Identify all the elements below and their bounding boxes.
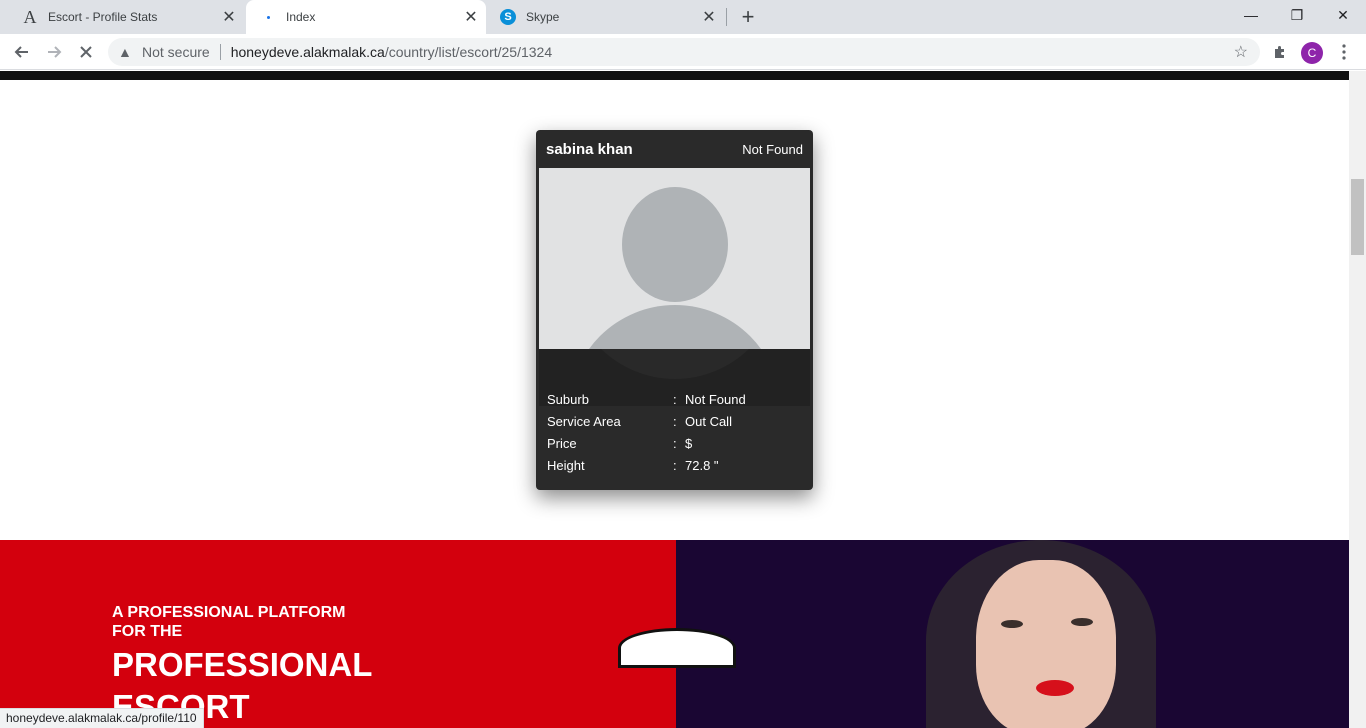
close-icon <box>80 46 92 58</box>
puzzle-icon <box>1275 46 1284 58</box>
eye-shape <box>1001 620 1023 628</box>
avatar-body-shape <box>569 305 781 349</box>
close-tab-icon[interactable]: ✕ <box>700 8 718 26</box>
face-shape <box>976 560 1116 728</box>
menu-button[interactable] <box>1330 38 1358 66</box>
detail-value: Not Found <box>685 391 746 407</box>
tab-title: Escort - Profile Stats <box>48 10 158 24</box>
detail-label: Service Area <box>547 413 621 429</box>
hero-subtitle-line1: A PROFESSIONAL PLATFORM <box>112 604 346 621</box>
hero-subtitle-line2: FOR THE <box>112 623 183 640</box>
detail-separator: : <box>673 435 677 451</box>
page-scrollbar[interactable] <box>1349 71 1366 728</box>
restore-button[interactable]: ❐ <box>1274 0 1320 30</box>
divider <box>219 44 221 60</box>
scrollbar-thumb[interactable] <box>1351 179 1364 255</box>
detail-label: Height <box>547 457 585 473</box>
detail-value: 72.8 " <box>685 457 719 473</box>
detail-separator: : <box>673 391 677 407</box>
hero-subtitle: A PROFESSIONAL PLATFORM FOR THE <box>112 603 412 641</box>
close-tab-icon[interactable]: ✕ <box>462 8 480 26</box>
header-strip <box>0 71 1349 80</box>
detail-row-service-area: Service Area : Out Call <box>547 410 807 432</box>
url-path[interactable]: /country/list/escort/25/1324 <box>385 44 552 60</box>
lips-shape <box>1036 680 1074 696</box>
kebab-menu-icon <box>1342 44 1346 60</box>
profile-details: Suburb : Not Found Service Area : Out Ca… <box>547 388 807 476</box>
warning-icon[interactable]: ▲ <box>118 44 134 60</box>
avatar-shoulder-shape <box>569 349 781 379</box>
letter-a-icon: A <box>23 6 37 27</box>
url-host[interactable]: honeydeve.alakmalak.ca <box>231 44 385 60</box>
bookmark-star-icon[interactable]: ☆ <box>1234 42 1248 62</box>
skype-icon: S <box>500 9 516 25</box>
stop-loading-button[interactable] <box>72 38 100 66</box>
tab-strip: A Escort - Profile Stats ✕ Index ✕ S Sky… <box>0 0 1366 34</box>
profile-avatar[interactable]: C <box>1301 42 1323 64</box>
profile-status: Not Found <box>742 141 803 157</box>
browser-toolbar: ▲ Not secure honeydeve.alakmalak.ca /cou… <box>0 34 1366 70</box>
eye-shape <box>1071 618 1093 626</box>
forward-button[interactable] <box>40 38 68 66</box>
hero-photo <box>676 540 1349 728</box>
tab-title: Index <box>286 10 316 24</box>
detail-value: Out Call <box>685 413 732 429</box>
arrow-left-icon <box>14 46 28 58</box>
new-tab-button[interactable]: + <box>736 4 760 29</box>
logo-emblem <box>618 628 736 668</box>
detail-label: Suburb <box>547 391 589 407</box>
tab-skype[interactable]: S Skype ✕ <box>486 0 724 34</box>
extensions-button[interactable] <box>1266 38 1294 66</box>
hero-headline-line1: PROFESSIONAL <box>112 646 373 683</box>
detail-label: Price <box>547 435 577 451</box>
tab-title: Skype <box>526 10 560 24</box>
profile-card[interactable]: sabina khan Not Found Suburb : Not Found… <box>536 130 813 490</box>
card-header: sabina khan Not Found <box>536 130 813 168</box>
security-label[interactable]: Not secure <box>142 44 210 60</box>
detail-separator: : <box>673 413 677 429</box>
close-window-button[interactable]: ✕ <box>1320 0 1366 30</box>
tab-separator <box>726 8 727 26</box>
page-content: sabina khan Not Found Suburb : Not Found… <box>0 71 1349 728</box>
tab-escort-profile-stats[interactable]: A Escort - Profile Stats ✕ <box>8 0 244 34</box>
loading-dot-icon <box>260 9 276 25</box>
detail-separator: : <box>673 457 677 473</box>
profile-photo-placeholder[interactable] <box>539 168 810 349</box>
back-button[interactable] <box>8 38 36 66</box>
minimize-button[interactable]: — <box>1228 0 1274 30</box>
detail-row-price: Price : $ <box>547 432 807 454</box>
close-tab-icon[interactable]: ✕ <box>220 8 238 26</box>
status-bar-link: honeydeve.alakmalak.ca/profile/110 <box>0 708 204 728</box>
detail-value: $ <box>685 435 693 451</box>
arrow-right-icon <box>48 46 62 58</box>
profile-name[interactable]: sabina khan <box>546 141 633 158</box>
address-bar[interactable]: ▲ Not secure honeydeve.alakmalak.ca /cou… <box>108 38 1260 66</box>
avatar-head-shape <box>622 187 728 302</box>
tab-index[interactable]: Index ✕ <box>246 0 486 34</box>
detail-row-height: Height : 72.8 " <box>547 454 807 476</box>
detail-row-suburb: Suburb : Not Found <box>547 388 807 410</box>
